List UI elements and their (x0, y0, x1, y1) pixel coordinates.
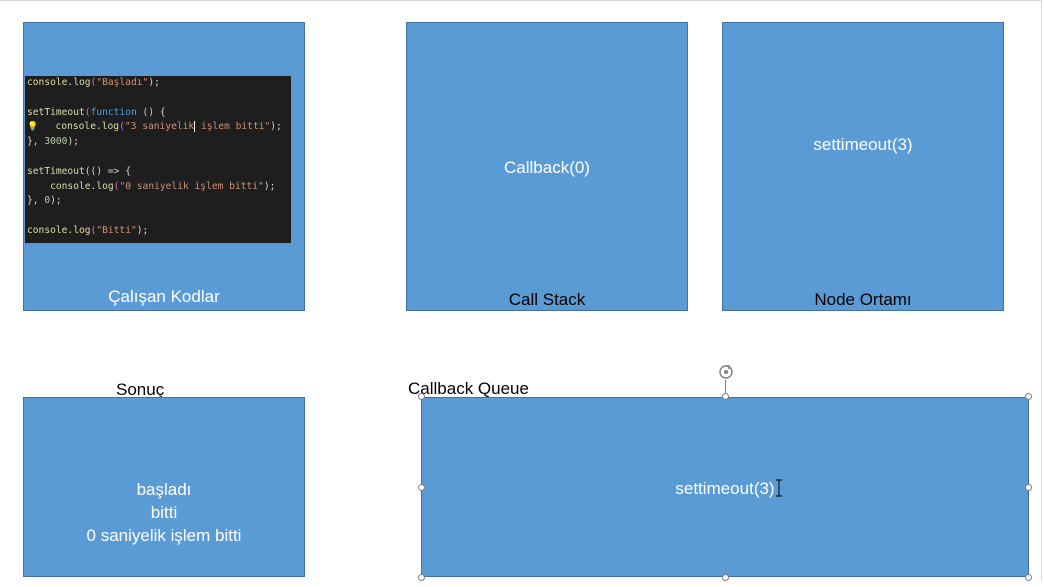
result-line-1: başladı (136, 480, 192, 499)
slide-canvas: Çalışan Kodlar console.log("Başladı"); s… (0, 0, 1044, 587)
lightbulb-icon[interactable]: 💡 (27, 120, 38, 135)
resize-handle-top-left[interactable] (418, 393, 425, 400)
code-line-1: console.log("Başladı"); (27, 77, 160, 88)
call-stack-label: Call Stack (508, 290, 586, 309)
call-stack-content: Callback(0) (504, 158, 590, 177)
resize-handle-bottom-left[interactable] (418, 574, 425, 581)
resize-handle-middle-left[interactable] (418, 484, 425, 491)
code-line-9: }, 0); (27, 195, 62, 207)
node-env-content: settimeout(3) (813, 135, 913, 154)
text-cursor-icon (776, 479, 782, 497)
callback-queue-heading: Callback Queue (408, 379, 529, 398)
node-env-box[interactable]: settimeout(3) Node Ortamı (722, 22, 1004, 311)
resize-handle-top-center[interactable] (722, 393, 729, 400)
callback-queue-content[interactable]: settimeout(3) (422, 479, 1028, 499)
code-line-5: }, 3000); (27, 136, 79, 148)
resize-handle-middle-right[interactable] (1025, 484, 1032, 491)
resize-handle-bottom-right[interactable] (1025, 574, 1032, 581)
resize-handle-top-right[interactable] (1025, 393, 1032, 400)
node-env-label: Node Ortamı (814, 290, 912, 309)
code-snippet-image: console.log("Başladı"); setTimeout(funct… (25, 76, 291, 243)
code-line-7: setTimeout(() => { (27, 165, 131, 177)
result-line-2: bitti (150, 503, 178, 522)
result-line-3: 0 saniyelik işlem bitti (86, 526, 242, 545)
call-stack-box[interactable]: Callback(0) Call Stack (406, 22, 688, 311)
callback-queue-box[interactable]: settimeout(3) (421, 397, 1029, 577)
code-line-4: 💡 console.log("3 saniyelik işlem bitti")… (27, 120, 291, 135)
code-line-3: setTimeout(function () { (27, 106, 166, 118)
running-code-label: Çalışan Kodlar (108, 287, 220, 306)
code-line-8: console.log("0 saniyelik işlem bitti"); (50, 180, 276, 192)
rotate-handle-icon[interactable] (718, 364, 734, 380)
code-line-11: console.log("Bitti"); (27, 224, 149, 236)
result-box[interactable]: başladı bitti 0 saniyelik işlem bitti (23, 397, 305, 577)
resize-handle-bottom-center[interactable] (722, 574, 729, 581)
